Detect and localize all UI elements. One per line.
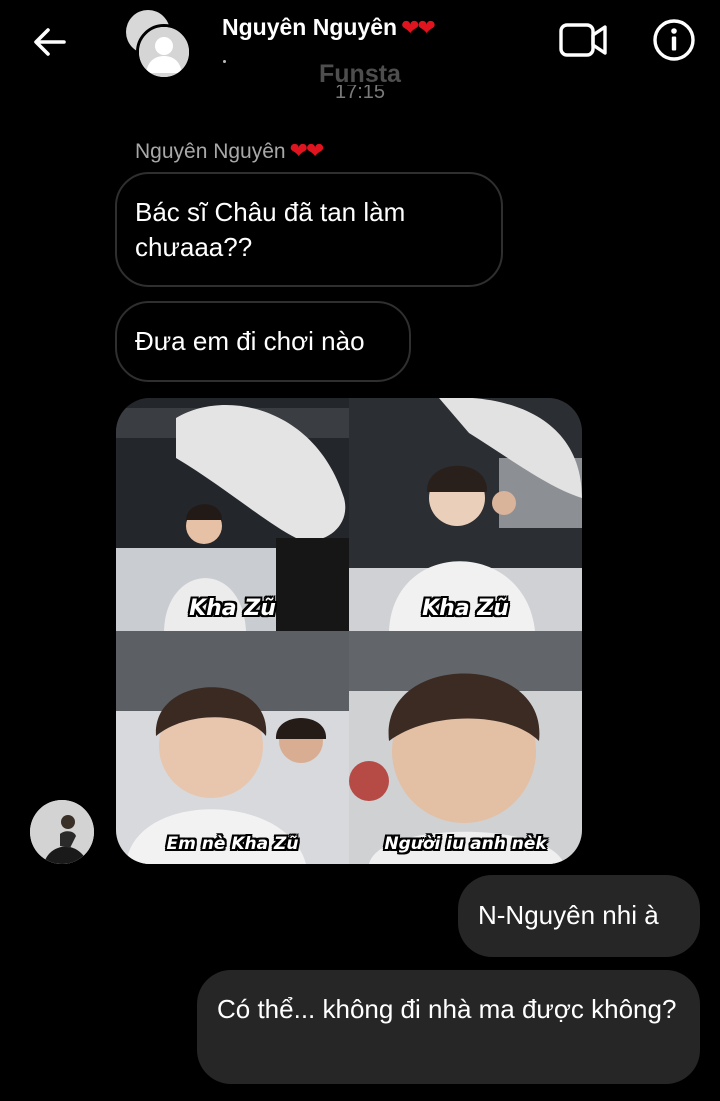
photo-caption: Kha Zũ (422, 596, 509, 621)
photo-message[interactable]: Kha Zũ Kha Zũ Em nè Kha Zũ Người iu anh … (116, 398, 582, 864)
contact-name[interactable]: Nguyên Nguyên ❤❤ (222, 14, 436, 41)
incoming-message[interactable]: Đưa em đi chơi nào (115, 301, 411, 382)
photo-tile: Kha Zũ (116, 398, 349, 631)
info-icon (653, 19, 695, 61)
photo-tile: Người iu anh nèk (349, 631, 582, 864)
photo-caption: Em nè Kha Zũ (166, 834, 299, 854)
outgoing-message[interactable]: N-Nguyên nhi à (458, 875, 700, 957)
heart-emoji: ❤❤ (401, 15, 436, 40)
info-button[interactable] (650, 16, 698, 64)
incoming-message[interactable]: Bác sĩ Châu đã tan làm chưaaa?? (115, 172, 503, 287)
arrow-left-icon (34, 28, 66, 56)
contact-name-text: Nguyên Nguyên (222, 14, 398, 40)
message-timestamp: 17:15 (334, 85, 386, 99)
photo-caption: Người iu anh nèk (384, 834, 547, 854)
video-call-button[interactable] (556, 18, 612, 62)
sender-avatar[interactable] (30, 800, 94, 864)
heart-emoji: ❤❤ (289, 138, 325, 163)
avatar-image (30, 800, 94, 864)
photo-caption: Kha Zũ (189, 596, 276, 621)
sender-name: Nguyên Nguyên ❤❤ (135, 138, 325, 164)
photo-tile: Em nè Kha Zũ (116, 631, 349, 864)
back-button[interactable] (30, 22, 70, 62)
photo-tile: Kha Zũ (349, 398, 582, 631)
sender-name-text: Nguyên Nguyên (135, 140, 286, 163)
chat-header: Nguyên Nguyên ❤❤ Funsta 17:15 (0, 0, 720, 100)
photo-image (349, 631, 582, 864)
photo-image (116, 631, 349, 864)
video-call-icon (559, 23, 607, 57)
outgoing-message[interactable]: Có thể... không đi nhà ma được không? (197, 970, 700, 1084)
